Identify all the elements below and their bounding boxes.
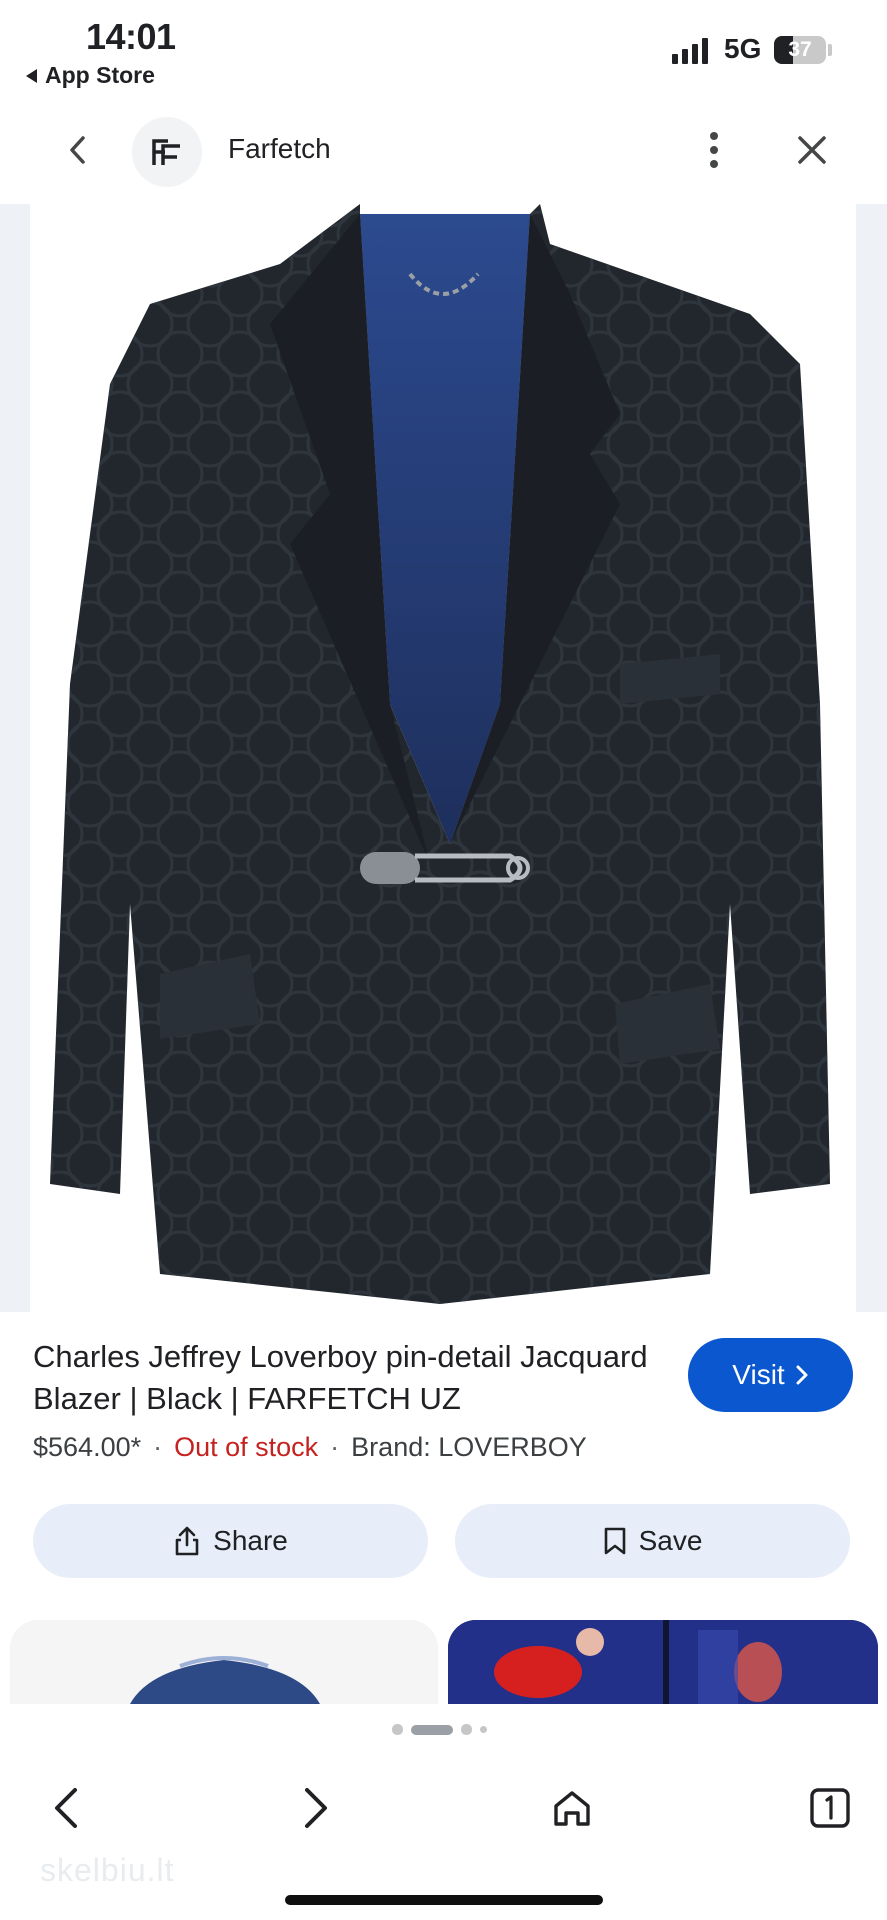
network-label: 5G <box>724 33 762 64</box>
related-card[interactable] <box>448 1620 878 1704</box>
status-bar: 14:01 App Store 5G 37 <box>0 0 887 100</box>
battery-level: 37 <box>788 38 812 61</box>
home-indicator[interactable] <box>285 1895 603 1905</box>
tabs-icon <box>810 1788 850 1828</box>
product-image[interactable] <box>30 204 856 1312</box>
visit-button[interactable]: Visit <box>688 1338 853 1412</box>
back-button[interactable] <box>50 122 106 178</box>
status-time: 14:01 <box>86 16 176 57</box>
meta-separator: · <box>153 1432 163 1462</box>
site-name: Farfetch <box>228 133 331 164</box>
arrow-back-icon <box>55 1788 77 1828</box>
signal-icon <box>672 36 708 64</box>
back-to-app-label: App Store <box>45 62 155 88</box>
more-vert-icon <box>710 132 718 168</box>
product-meta: $564.00* · Out of stock · Brand: LOVERBO… <box>33 1432 587 1463</box>
product-price: $564.00* <box>33 1432 142 1462</box>
carousel-dot[interactable] <box>480 1726 487 1733</box>
product-title[interactable]: Charles Jeffrey Loverboy pin-detail Jacq… <box>33 1336 673 1420</box>
carousel-dot[interactable] <box>461 1724 472 1735</box>
meta-separator: · <box>330 1432 340 1462</box>
share-label: Share <box>213 1525 288 1556</box>
nav-home-button[interactable] <box>542 1778 602 1838</box>
bottom-nav <box>0 1760 887 1860</box>
nav-back-button[interactable] <box>36 1778 96 1838</box>
chevron-left-icon <box>70 136 85 164</box>
chevron-right-icon <box>796 1365 808 1385</box>
save-label: Save <box>638 1525 703 1556</box>
back-to-app-link[interactable]: App Store <box>26 62 155 89</box>
more-options-button[interactable] <box>690 122 738 178</box>
battery-icon: 37 <box>774 36 826 64</box>
battery-tip <box>828 44 832 56</box>
close-icon <box>798 136 826 164</box>
stock-status: Out of stock <box>174 1432 319 1462</box>
bookmark-icon <box>604 1527 625 1555</box>
blazer-image <box>50 204 830 1304</box>
share-icon <box>175 1526 199 1556</box>
back-triangle-icon <box>26 68 37 83</box>
home-icon <box>554 1791 590 1826</box>
site-logo[interactable] <box>132 117 202 187</box>
related-card[interactable] <box>10 1620 438 1704</box>
carousel-dot[interactable] <box>392 1724 403 1735</box>
carousel-dot[interactable] <box>411 1724 453 1735</box>
nav-tabs-button[interactable] <box>800 1778 860 1838</box>
share-button[interactable]: Share <box>33 1504 428 1578</box>
close-button[interactable] <box>784 122 840 178</box>
save-button[interactable]: Save <box>455 1504 850 1578</box>
arrow-forward-icon <box>305 1788 327 1828</box>
related-card-image <box>448 1620 878 1704</box>
visit-label: Visit <box>732 1359 785 1390</box>
product-brand: Brand: LOVERBOY <box>351 1432 587 1462</box>
carousel-dots <box>392 1724 487 1735</box>
related-card-image <box>130 1656 320 1704</box>
nav-forward-button[interactable] <box>286 1778 346 1838</box>
watermark: skelbiu.lt <box>40 1852 175 1888</box>
farfetch-logo-icon <box>152 139 180 165</box>
